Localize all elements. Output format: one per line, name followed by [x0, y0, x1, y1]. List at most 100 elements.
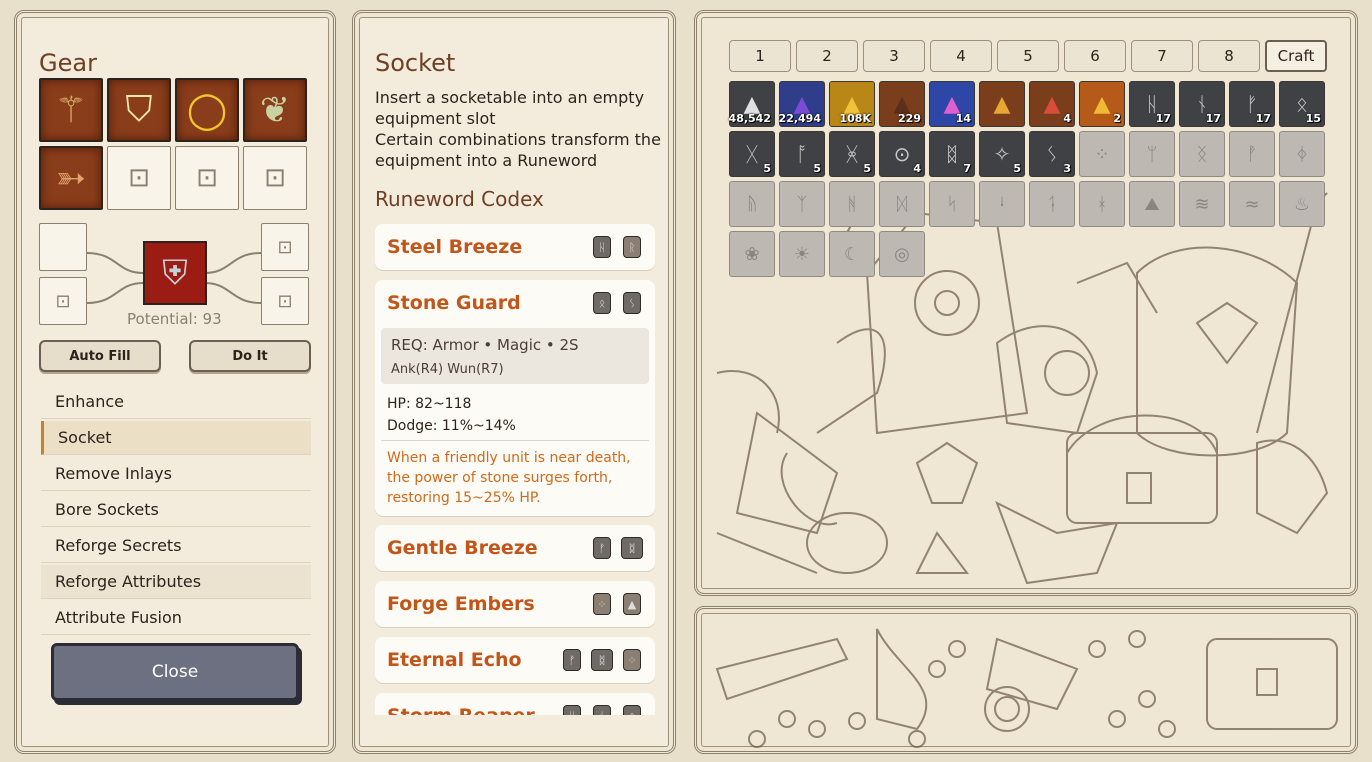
rune-slot[interactable]: ᚩ5: [779, 131, 825, 177]
menu-item-remove-inlays[interactable]: Remove Inlays: [41, 457, 311, 491]
rune-slot[interactable]: ⊙ 4: [879, 131, 925, 177]
inventory-tab-6[interactable]: 6: [1064, 40, 1126, 72]
socket-title: Socket: [375, 49, 456, 77]
menu-item-attribute-fusion[interactable]: Attribute Fusion: [41, 601, 311, 635]
item-quantity: 2: [1113, 112, 1121, 125]
close-button[interactable]: Close: [51, 643, 299, 701]
item-quantity: 22,494: [778, 112, 821, 125]
rune-icon: ≈: [1244, 193, 1260, 215]
equipped-armor[interactable]: ⛨: [143, 241, 207, 305]
rune-slot-empty[interactable]: ❀: [729, 231, 775, 277]
material-slot[interactable]: ▲ 4: [1029, 81, 1075, 127]
rune-slot[interactable]: ᚠ 17: [1229, 81, 1275, 127]
inventory-tab-8[interactable]: 8: [1198, 40, 1260, 72]
lock-icon: ⊡: [277, 290, 293, 312]
menu-item-reforge-secrets[interactable]: Reforge Secrets: [41, 529, 311, 563]
material-slot[interactable]: ▲ 14: [929, 81, 975, 127]
armor-icon: ⛨: [162, 253, 188, 293]
do-it-button[interactable]: Do It: [189, 340, 311, 372]
rune-slot[interactable]: ᚸ5: [829, 131, 875, 177]
gear-title: Gear: [39, 49, 97, 77]
gear-slot[interactable]: ➳: [39, 146, 103, 210]
rune-slot[interactable]: ᛘ: [1129, 131, 1175, 177]
runeword-card-expanded[interactable]: Stone Guard ᛟ ᛊ REQ: Armor • Magic • 2S …: [375, 280, 655, 516]
rune-slot-empty[interactable]: ᛍ: [979, 181, 1025, 227]
runeword-name: Eternal Echo: [387, 649, 522, 671]
rune-icon: ▲: [623, 593, 641, 615]
rune-slot[interactable]: ᛄ: [1279, 131, 1325, 177]
rune-slot-empty[interactable]: ᚥ: [729, 181, 775, 227]
menu-item-bore-sockets[interactable]: Bore Sockets: [41, 493, 311, 527]
rune-icon: ≋: [1194, 193, 1210, 215]
auto-fill-button[interactable]: Auto Fill: [39, 340, 161, 372]
gear-slot-locked: ⊡: [107, 146, 171, 210]
inventory-tab-5[interactable]: 5: [997, 40, 1059, 72]
rune-slot[interactable]: ✧ 5: [979, 131, 1025, 177]
bow-icon: ➳: [55, 157, 87, 199]
rune-slot-empty[interactable]: ᚼ: [1079, 181, 1125, 227]
inventory-tab-7[interactable]: 7: [1131, 40, 1193, 72]
rune-slot[interactable]: ⁘: [1079, 131, 1125, 177]
material-slot[interactable]: ▲: [979, 81, 1025, 127]
gear-slot[interactable]: ◯: [175, 78, 239, 142]
menu-item-socket[interactable]: Socket: [41, 421, 311, 455]
material-slot[interactable]: ▲ 48,542: [729, 81, 775, 127]
item-quantity: 7: [963, 162, 971, 175]
rune-slot[interactable]: ᛝ: [1179, 131, 1225, 177]
rune-slot-empty[interactable]: ☀: [779, 231, 825, 277]
material-slot[interactable]: ▲ 22,494: [779, 81, 825, 127]
runeword-name: Storm Reaper: [387, 705, 535, 727]
rune-slot[interactable]: ᚺ 17: [1129, 81, 1175, 127]
shield-icon: ⛉: [125, 89, 153, 130]
item-quantity: 4: [913, 162, 921, 175]
item-quantity: 48,542: [728, 112, 771, 125]
runeword-card[interactable]: Forge Embers ⁘ ▲: [375, 581, 655, 627]
rune-slot-empty[interactable]: ᛉ: [779, 181, 825, 227]
rune-icon: ᚾ: [593, 705, 611, 715]
craft-button[interactable]: Craft: [1265, 40, 1327, 72]
gear-slot[interactable]: ⚚: [39, 78, 103, 142]
runeword-card[interactable]: Gentle Breeze ᚠ ᛥ: [375, 525, 655, 571]
center-panel: Socket Insert a socketable into an empty…: [352, 10, 676, 754]
rune-slot-empty[interactable]: ᚻ: [829, 181, 875, 227]
menu-item-enhance[interactable]: Enhance: [41, 385, 311, 419]
rune-slot-empty[interactable]: ≈: [1229, 181, 1275, 227]
rune-slot-empty[interactable]: ☾: [829, 231, 875, 277]
inventory-tab-2[interactable]: 2: [796, 40, 858, 72]
rune-icon: ⊙: [893, 142, 911, 166]
rune-slot-empty[interactable]: ≋: [1179, 181, 1225, 227]
material-slot[interactable]: ▲ 108K: [829, 81, 875, 127]
inventory-panel: 12345678 Craft ▲ 48,542 ▲ 22,494 ▲ 108K ▲ 229 ▲ 1…: [694, 10, 1358, 596]
lock-icon: ⊡: [264, 163, 286, 193]
gear-slot[interactable]: ⛉: [107, 78, 171, 142]
rune-slot-empty[interactable]: ᛞ: [879, 181, 925, 227]
runeword-card[interactable]: Eternal Echo ᚠ ᛥ ⁘: [375, 637, 655, 683]
rune-slot[interactable]: ᛊ3: [1029, 131, 1075, 177]
gear-slot[interactable]: ❦: [243, 78, 307, 142]
material-slot[interactable]: ▲ 229: [879, 81, 925, 127]
rune-icon: ᛘ: [1146, 143, 1158, 165]
item-quantity: 17: [1205, 112, 1221, 125]
rune-icon: ᚺ: [593, 236, 611, 258]
rune-slot[interactable]: ᛟ 15: [1279, 81, 1325, 127]
runeword-card[interactable]: Steel Breeze ᚺ ᚱ: [375, 224, 655, 270]
gear-slot-locked: ⊡: [243, 146, 307, 210]
inventory-tab-3[interactable]: 3: [863, 40, 925, 72]
inventory-tab-4[interactable]: 4: [930, 40, 992, 72]
rune-slot-empty[interactable]: ⛰: [1129, 181, 1175, 227]
rune-slot[interactable]: ᚡ: [1229, 131, 1275, 177]
menu-item-reforge-attributes[interactable]: Reforge Attributes: [41, 565, 311, 599]
item-quantity: 17: [1255, 112, 1271, 125]
rune-slot[interactable]: ᚾ 17: [1179, 81, 1225, 127]
runeword-card-partial[interactable]: Storm Reaper ᚺ ᚾ ᛟ: [375, 693, 655, 727]
rune-slot-empty[interactable]: ᛑ: [1029, 181, 1075, 227]
material-slot[interactable]: ▲ 2: [1079, 81, 1125, 127]
socket-slot-empty[interactable]: [39, 223, 87, 271]
left-panel: Gear ⚚ ⛉ ◯ ❦ ➳ ⊡ ⊡ ⊡ ⊡ ⊡ ⊡ ⛨ Potential: 93 Auto…: [14, 10, 336, 754]
rune-slot-empty[interactable]: ◎: [879, 231, 925, 277]
rune-slot-empty[interactable]: ᛋ: [929, 181, 975, 227]
inventory-tab-1[interactable]: 1: [729, 40, 791, 72]
rune-slot[interactable]: ᛥ7: [929, 131, 975, 177]
rune-slot[interactable]: ᚷ5: [729, 131, 775, 177]
rune-slot-empty[interactable]: ♨: [1279, 181, 1325, 227]
